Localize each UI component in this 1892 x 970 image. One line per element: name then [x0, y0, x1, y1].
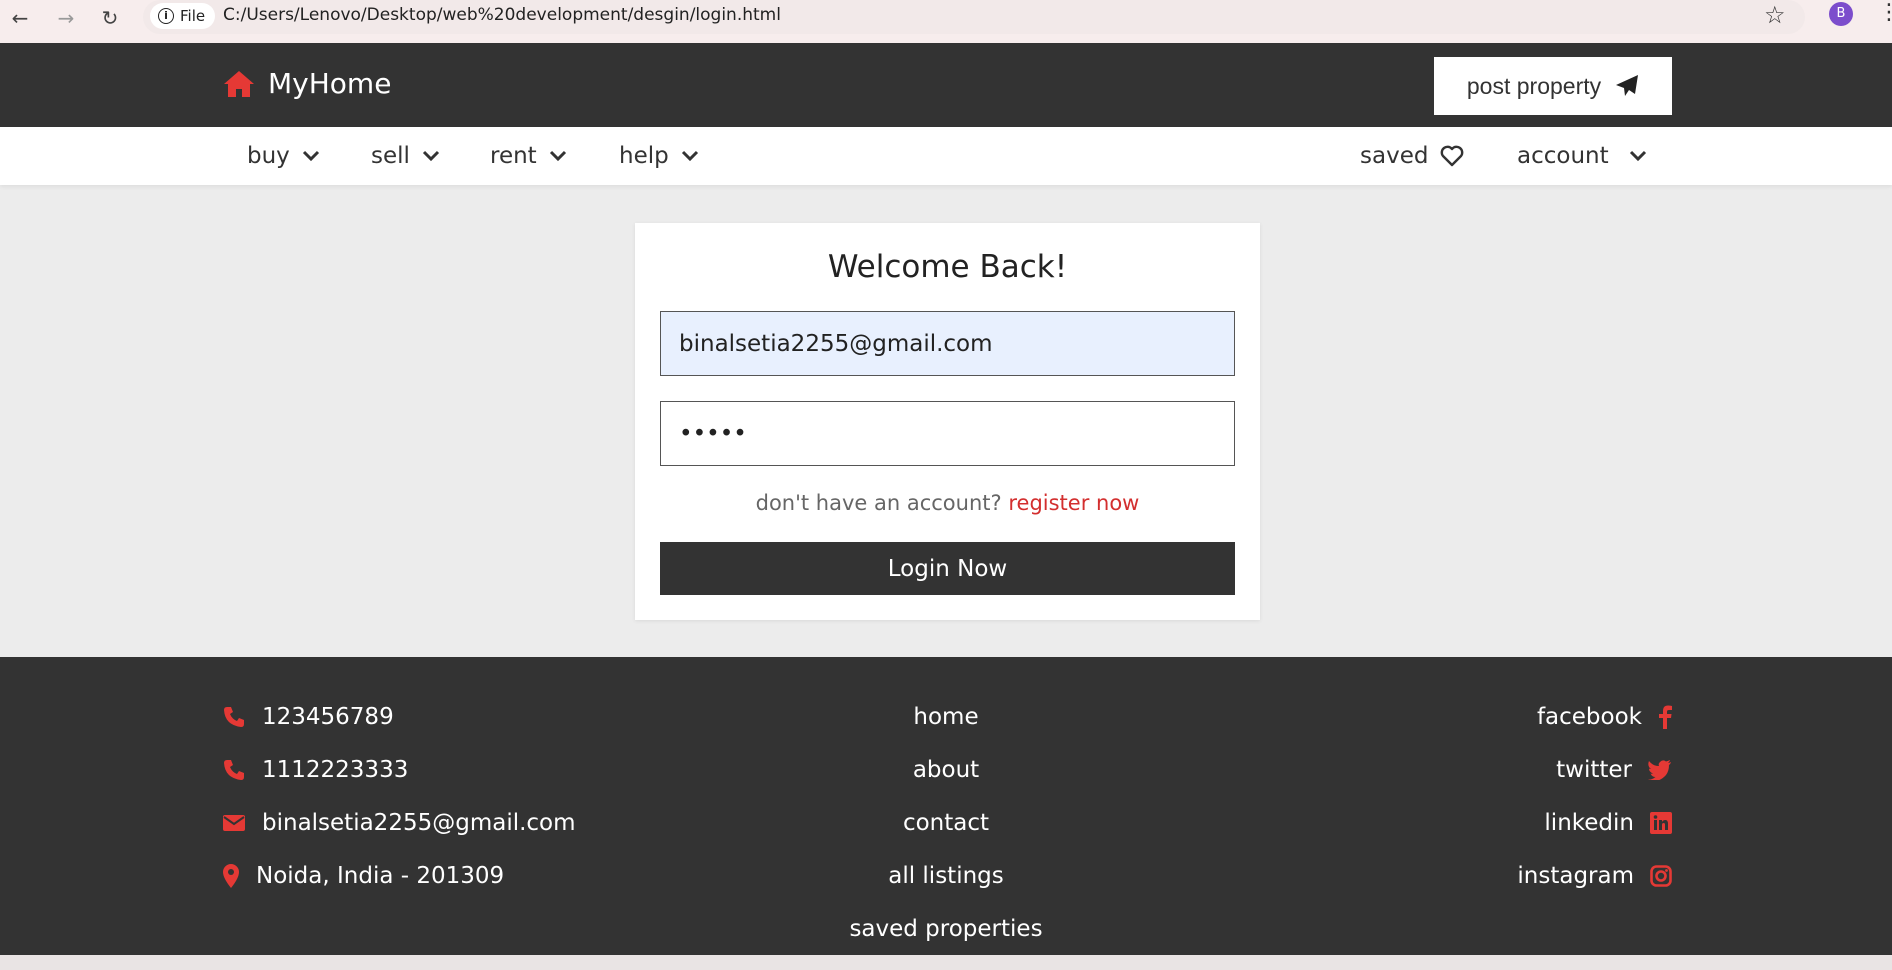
nav-item-account[interactable]: account [1517, 143, 1647, 169]
instagram-icon [1650, 865, 1672, 887]
browser-toolbar: ← → ↻ i File C:/Users/Lenovo/Desktop/web… [0, 0, 1892, 43]
register-prompt: don't have an account? register now [635, 491, 1260, 515]
site-header: MyHome post property [0, 43, 1892, 127]
footer-link-text[interactable]: all listings [888, 863, 1004, 889]
info-icon: i [158, 8, 174, 24]
back-icon[interactable]: ← [6, 4, 34, 32]
chevron-down-icon [549, 150, 566, 162]
chevron-down-icon [302, 150, 319, 162]
social-text: twitter [1556, 757, 1632, 783]
nav-label: saved [1360, 143, 1429, 169]
footer-link-text[interactable]: contact [903, 810, 989, 836]
social-text: instagram [1517, 863, 1634, 889]
footer-link-text[interactable]: about [913, 757, 979, 783]
nav-label: buy [247, 143, 290, 169]
register-link[interactable]: register now [1008, 491, 1139, 515]
twitter-icon [1648, 760, 1671, 780]
linkedin-icon [1650, 812, 1672, 834]
social-text: facebook [1536, 704, 1642, 730]
social-text: linkedin [1544, 810, 1634, 836]
home-icon [224, 70, 254, 97]
chevron-down-icon [681, 150, 698, 162]
nav-item-rent[interactable]: rent [490, 143, 567, 169]
bookmark-star-icon[interactable]: ☆ [1764, 1, 1786, 29]
post-property-label: post property [1466, 72, 1602, 99]
os-taskbar [0, 955, 1892, 970]
footer-link-saved-properties[interactable]: saved properties [0, 916, 1892, 942]
footer-link-text[interactable]: saved properties [849, 916, 1042, 942]
social-instagram[interactable]: instagram [1517, 863, 1672, 889]
facebook-icon [1659, 705, 1672, 729]
reload-icon[interactable]: ↻ [96, 4, 124, 32]
register-prompt-text: don't have an account? [755, 491, 1002, 515]
footer-link-text[interactable]: home [913, 704, 978, 730]
site-info-chip[interactable]: i File [150, 3, 216, 29]
nav-label: help [619, 143, 669, 169]
paper-plane-icon [1616, 75, 1639, 96]
chevron-down-icon [422, 150, 439, 162]
profile-avatar[interactable]: B [1829, 2, 1853, 26]
login-card: Welcome Back! don't have an account? reg… [635, 223, 1260, 620]
social-facebook[interactable]: facebook [1537, 704, 1672, 730]
forward-icon[interactable]: → [52, 4, 80, 32]
heart-icon [1441, 145, 1464, 167]
login-button[interactable]: Login Now [660, 542, 1235, 595]
social-linkedin[interactable]: linkedin [1544, 810, 1672, 836]
nav-item-saved[interactable]: saved [1360, 143, 1464, 169]
nav-label: sell [371, 143, 410, 169]
nav-item-help[interactable]: help [619, 143, 699, 169]
logo-text: MyHome [268, 67, 392, 100]
nav-label: rent [490, 143, 537, 169]
social-twitter[interactable]: twitter [1556, 757, 1672, 783]
url-text[interactable]: C:/Users/Lenovo/Desktop/web%20developmen… [223, 5, 781, 25]
site-footer: 123456789 1112223333 binalsetia2255@gmai… [0, 657, 1892, 955]
file-label: File [180, 7, 206, 25]
main-nav: buy sell rent help saved account [0, 127, 1892, 185]
site-logo[interactable]: MyHome [222, 67, 391, 100]
email-field[interactable] [660, 311, 1235, 376]
nav-item-sell[interactable]: sell [371, 143, 440, 169]
login-title: Welcome Back! [827, 249, 1068, 285]
nav-label: account [1517, 143, 1609, 169]
menu-kebab-icon[interactable]: ⋮ [1878, 0, 1892, 25]
password-field[interactable] [660, 401, 1235, 466]
nav-item-buy[interactable]: buy [247, 143, 320, 169]
chevron-down-icon [1629, 150, 1646, 162]
post-property-button[interactable]: post property [1434, 57, 1672, 115]
